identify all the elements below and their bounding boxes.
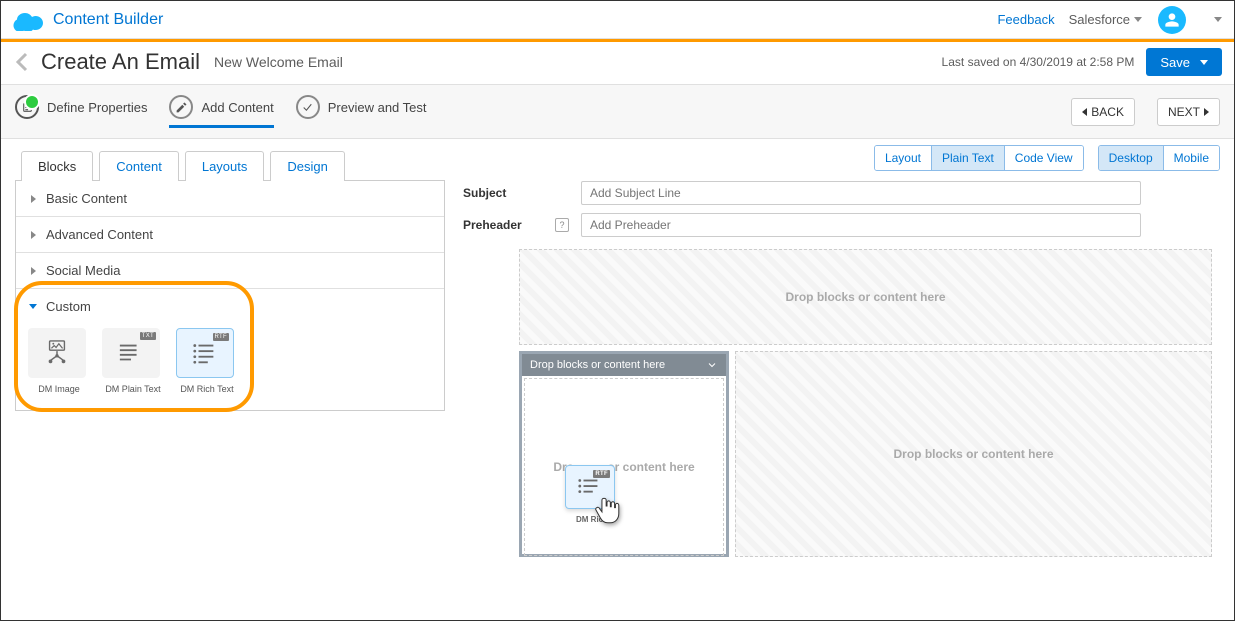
view-plaintext-button[interactable]: Plain Text	[932, 146, 1005, 170]
accordion-advanced-content[interactable]: Advanced Content	[16, 217, 444, 253]
view-layout-button[interactable]: Layout	[875, 146, 932, 170]
back-chevron-icon[interactable]	[11, 50, 35, 74]
user-avatar[interactable]	[1158, 6, 1186, 34]
drop-zone-right[interactable]: Drop blocks or content here	[735, 351, 1212, 557]
check-icon	[296, 95, 320, 119]
block-dm-rich-text[interactable]: RTF DM Rich Text	[176, 328, 238, 394]
chevron-down-icon[interactable]	[706, 359, 718, 371]
step-complete-icon	[15, 95, 39, 119]
subject-label: Subject	[463, 186, 543, 200]
view-desktop-button[interactable]: Desktop	[1099, 146, 1164, 170]
step-preview-test[interactable]: Preview and Test	[296, 95, 427, 128]
last-saved-text: Last saved on 4/30/2019 at 2:58 PM	[942, 55, 1135, 69]
view-mode-group: Layout Plain Text Code View	[874, 145, 1084, 171]
org-switcher[interactable]: Salesforce	[1069, 12, 1142, 27]
page-subtitle: New Welcome Email	[214, 54, 343, 70]
next-button[interactable]: NEXT	[1157, 98, 1220, 126]
block-dm-plain-text[interactable]: TXT DM Plain Text	[102, 328, 164, 394]
view-codeview-button[interactable]: Code View	[1005, 146, 1083, 170]
chevron-down-icon[interactable]	[1214, 17, 1222, 22]
app-title: Content Builder	[53, 11, 997, 29]
selected-drop-zone[interactable]: Drop blocks or content here Dro or conte…	[519, 351, 729, 557]
chevron-down-icon	[1200, 60, 1208, 65]
block-dm-image[interactable]: DM Image	[28, 328, 90, 394]
view-mobile-button[interactable]: Mobile	[1164, 146, 1219, 170]
save-button[interactable]: Save	[1146, 48, 1222, 76]
selected-zone-title: Drop blocks or content here	[530, 359, 665, 371]
chevron-down-icon	[1134, 17, 1142, 22]
step-define-properties[interactable]: Define Properties	[15, 95, 147, 128]
pencil-icon	[169, 95, 193, 119]
save-button-label: Save	[1160, 55, 1190, 70]
preheader-label: Preheader	[463, 218, 543, 232]
subject-input[interactable]	[581, 181, 1141, 205]
salesforce-cloud-icon	[13, 9, 45, 31]
accordion-social-media[interactable]: Social Media	[16, 253, 444, 289]
tab-content[interactable]: Content	[99, 151, 179, 181]
feedback-link[interactable]: Feedback	[997, 12, 1054, 27]
triangle-right-icon	[28, 230, 38, 240]
back-button[interactable]: BACK	[1071, 98, 1135, 126]
device-group: Desktop Mobile	[1098, 145, 1220, 171]
org-name: Salesforce	[1069, 12, 1130, 27]
tab-design[interactable]: Design	[270, 151, 344, 181]
hand-cursor-icon	[593, 495, 621, 530]
help-icon[interactable]: ?	[555, 218, 569, 232]
triangle-left-icon	[1082, 108, 1087, 116]
triangle-right-icon	[28, 266, 38, 276]
preheader-input[interactable]	[581, 213, 1141, 237]
accordion-basic-content[interactable]: Basic Content	[16, 181, 444, 217]
drop-zone-top[interactable]: Drop blocks or content here	[519, 249, 1212, 345]
triangle-right-icon	[1204, 108, 1209, 116]
triangle-right-icon	[28, 194, 38, 204]
triangle-down-icon	[28, 302, 38, 312]
tab-blocks[interactable]: Blocks	[21, 151, 93, 181]
accordion-custom[interactable]: Custom	[28, 299, 432, 314]
step-add-content[interactable]: Add Content	[169, 95, 273, 128]
tab-layouts[interactable]: Layouts	[185, 151, 265, 181]
page-title: Create An Email	[41, 49, 200, 75]
